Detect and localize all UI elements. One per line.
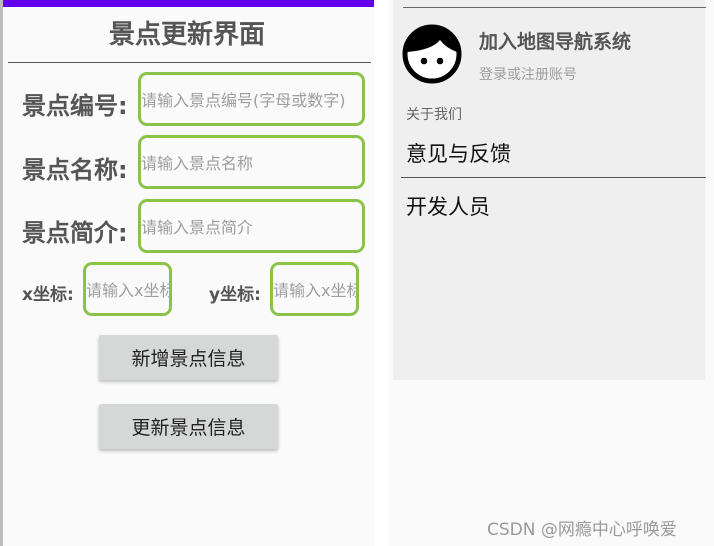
navigation-drawer-screen: 加入地图导航系统 登录或注册账号 关于我们 意见与反馈 开发人员: [388, 0, 714, 546]
title-divider: [8, 62, 371, 63]
add-spot-button[interactable]: 新增景点信息: [99, 335, 278, 380]
watermark: CSDN @网瘾中心呼唤爱: [487, 520, 677, 540]
spot-intro-label: 景点简介:: [22, 219, 128, 247]
about-section-header: 关于我们: [406, 107, 462, 123]
y-coord-input[interactable]: 请输入x坐标: [270, 262, 359, 316]
avatar-icon[interactable]: [402, 24, 462, 84]
app-name: 加入地图导航系统: [479, 31, 632, 53]
login-register-link[interactable]: 登录或注册账号: [479, 64, 577, 84]
screen-edge: [0, 0, 3, 546]
x-coord-input[interactable]: 请输入x坐标: [83, 262, 172, 316]
spot-name-input[interactable]: 请输入景点名称: [138, 135, 365, 189]
spot-intro-input[interactable]: 请输入景点简介: [138, 199, 365, 253]
y-coord-label: y坐标:: [209, 285, 261, 305]
screen-gap: [374, 0, 388, 546]
status-accent-bar: [3, 0, 374, 7]
navigation-drawer: 加入地图导航系统 登录或注册账号 关于我们 意见与反馈 开发人员: [393, 0, 706, 380]
menu-item-developers[interactable]: 开发人员: [406, 191, 490, 221]
update-spot-button[interactable]: 更新景点信息: [99, 404, 278, 449]
spot-name-label: 景点名称:: [22, 156, 128, 184]
page-title: 景点更新界面: [108, 20, 265, 50]
menu-item-feedback[interactable]: 意见与反馈: [406, 138, 511, 168]
spot-id-label: 景点编号:: [22, 92, 128, 120]
x-coord-label: x坐标:: [22, 285, 74, 305]
spot-id-input[interactable]: 请输入景点编号(字母或数字): [138, 72, 365, 126]
drawer-top-divider: [403, 7, 706, 8]
menu-divider: [401, 177, 706, 178]
spot-update-screen: 景点更新界面 景点编号: 请输入景点编号(字母或数字) 景点名称: 请输入景点名…: [0, 0, 374, 546]
